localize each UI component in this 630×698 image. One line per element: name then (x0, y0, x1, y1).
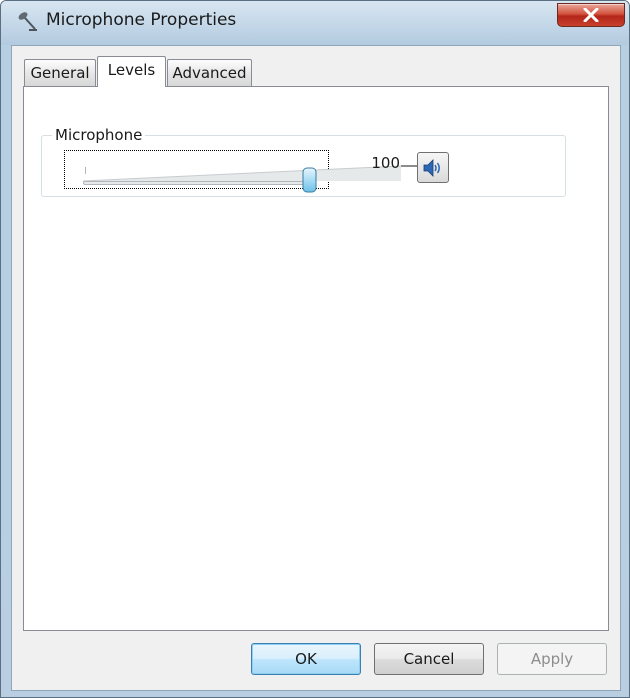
group-label: Microphone (52, 126, 146, 144)
level-value: 100 (371, 154, 400, 172)
tab-label: General (30, 64, 90, 82)
mute-button[interactable] (417, 152, 449, 183)
microphone-icon (15, 9, 39, 33)
close-button[interactable] (557, 3, 625, 27)
levels-tab-panel: Microphone 100 (23, 86, 609, 631)
tab-label: Advanced (172, 64, 247, 82)
close-icon (583, 8, 599, 22)
dialog-window: Microphone Properties General Levels Adv… (0, 0, 630, 698)
tab-label: Levels (107, 61, 156, 79)
tab-levels[interactable]: Levels (97, 56, 166, 87)
window-title: Microphone Properties (46, 10, 237, 30)
dialog-client-area: General Levels Advanced Microphone 100 O… (11, 45, 621, 691)
title-bar[interactable]: Microphone Properties (1, 1, 629, 45)
cancel-button[interactable]: Cancel (374, 643, 484, 675)
tab-advanced[interactable]: Advanced (167, 59, 252, 86)
slider-thumb[interactable] (302, 167, 317, 193)
microphone-group: Microphone 100 (41, 126, 566, 197)
slider-tick (85, 167, 86, 174)
apply-button[interactable]: Apply (497, 643, 607, 675)
speaker-icon (423, 159, 440, 177)
level-slider[interactable] (64, 150, 423, 193)
ok-button[interactable]: OK (251, 643, 361, 675)
slider-track (83, 181, 311, 185)
tab-general[interactable]: General (24, 59, 96, 86)
